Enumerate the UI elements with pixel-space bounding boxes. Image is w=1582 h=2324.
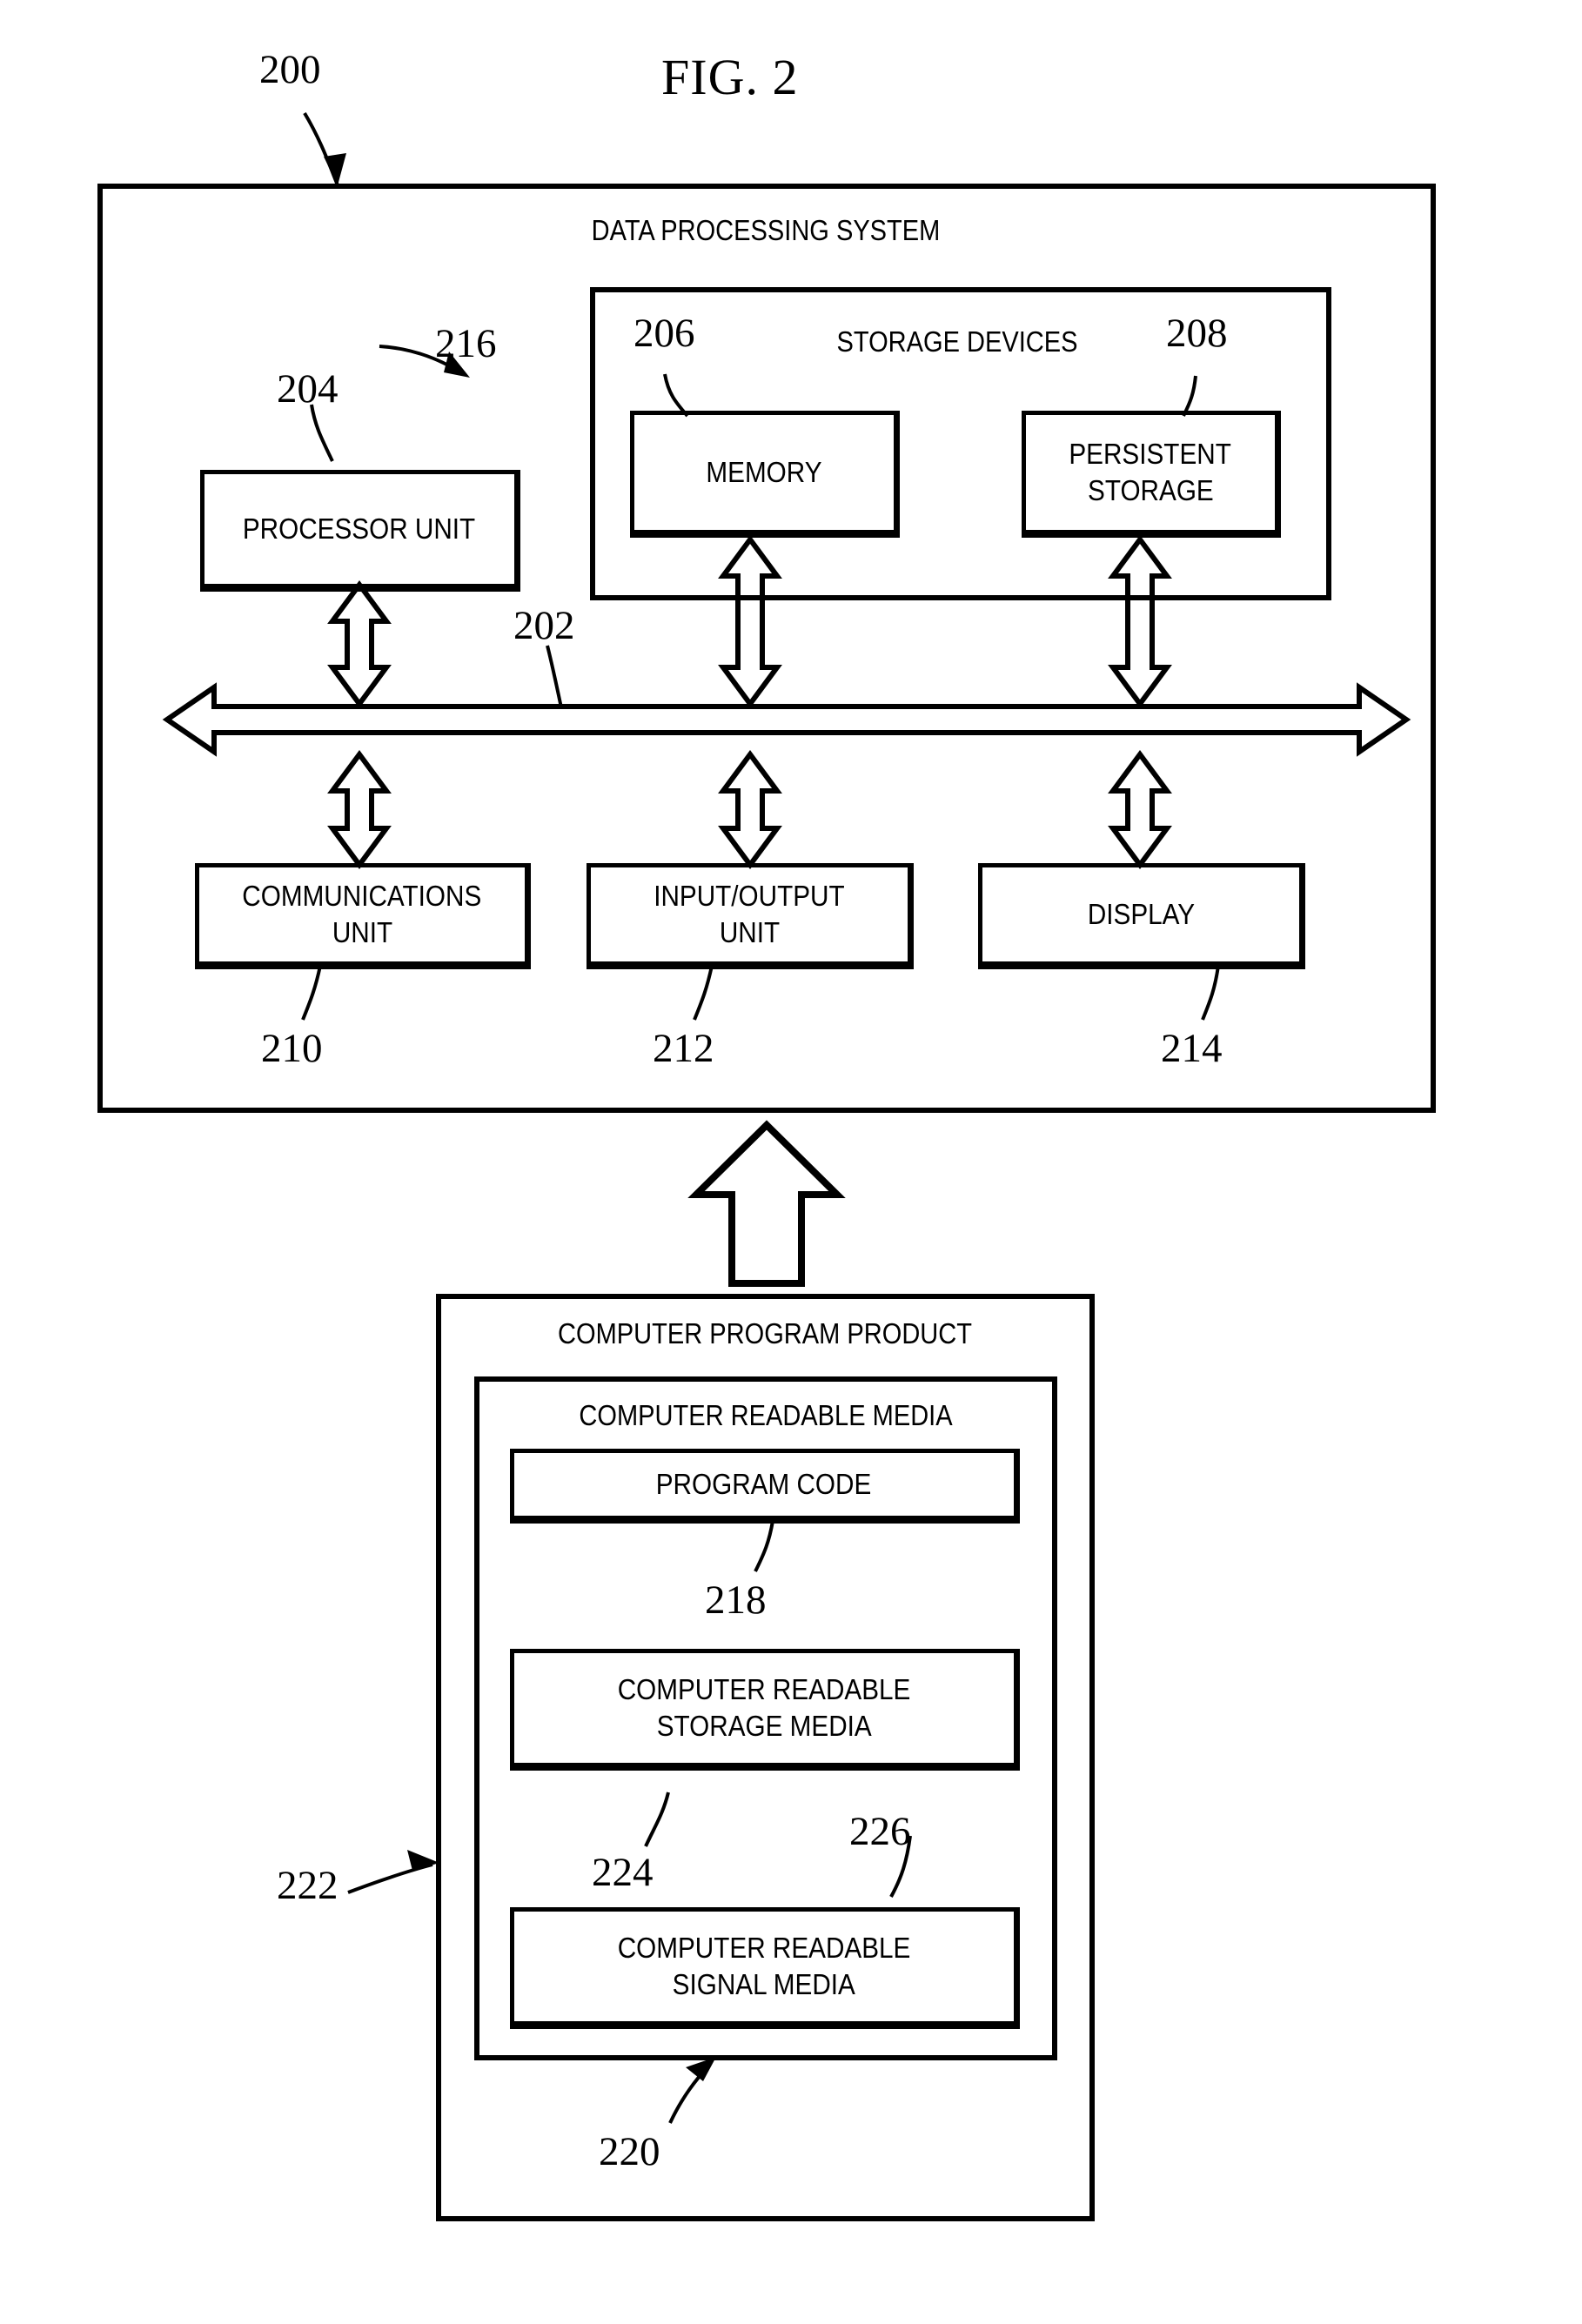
memory-label: MEMORY bbox=[706, 456, 822, 488]
computer-readable-media-title: COMPUTER READABLE MEDIA bbox=[579, 1399, 953, 1431]
ref-202: 202 bbox=[513, 603, 575, 648]
ref-226: 226 bbox=[849, 1809, 911, 1854]
processor-unit-label-wrap: PROCESSOR UNIT bbox=[204, 474, 514, 584]
data-processing-system-title: DATA PROCESSING SYSTEM bbox=[591, 214, 941, 246]
input-output-unit-label-wrap: INPUT/OUTPUT UNIT bbox=[591, 867, 908, 961]
program-code-label: PROGRAM CODE bbox=[656, 1468, 872, 1500]
ref-208: 208 bbox=[1166, 311, 1228, 356]
crsm-label-line1: COMPUTER READABLE bbox=[617, 1673, 911, 1705]
memory-label-wrap: MEMORY bbox=[634, 415, 894, 530]
display-box: DISPLAY bbox=[978, 863, 1305, 969]
input-output-unit-box: INPUT/OUTPUT UNIT bbox=[587, 863, 914, 969]
ref-224: 224 bbox=[592, 1850, 654, 1895]
processor-unit-label: PROCESSOR UNIT bbox=[243, 512, 476, 545]
program-product-to-system-arrow bbox=[687, 1120, 846, 1287]
leader-222 bbox=[347, 1863, 433, 1894]
ref-200: 200 bbox=[259, 47, 321, 92]
ref-214: 214 bbox=[1161, 1026, 1223, 1071]
persistent-storage-label-line1: PERSISTENT bbox=[1069, 438, 1232, 470]
crsig-label-line2: SIGNAL MEDIA bbox=[672, 1968, 856, 2000]
input-output-unit-label-line2: UNIT bbox=[719, 916, 780, 948]
persistent-storage-label-wrap: PERSISTENT STORAGE bbox=[1026, 415, 1275, 530]
ref-220: 220 bbox=[599, 2129, 660, 2174]
display-label-line1: DISPLAY bbox=[1087, 898, 1195, 930]
program-code-box: PROGRAM CODE bbox=[510, 1449, 1020, 1524]
crsig-label-wrap: COMPUTER READABLE SIGNAL MEDIA bbox=[514, 1912, 1014, 2021]
leader-222-arrowhead bbox=[407, 1850, 439, 1871]
storage-devices-title: STORAGE DEVICES bbox=[836, 325, 1078, 358]
ref-222: 222 bbox=[277, 1863, 339, 1908]
program-code-label-wrap: PROGRAM CODE bbox=[514, 1453, 1014, 1516]
persistent-storage-box: PERSISTENT STORAGE bbox=[1022, 411, 1281, 538]
ref-212: 212 bbox=[653, 1026, 714, 1071]
input-output-unit-label-line1: INPUT/OUTPUT bbox=[654, 880, 845, 912]
leader-200 bbox=[303, 111, 339, 186]
computer-readable-storage-media-box: COMPUTER READABLE STORAGE MEDIA bbox=[510, 1649, 1020, 1771]
patent-figure-page: FIG. 2 200 DATA PROCESSING SYSTEM STORAG… bbox=[0, 0, 1582, 2324]
ref-216-label: 216 bbox=[435, 321, 497, 366]
crsig-label-line1: COMPUTER READABLE bbox=[617, 1932, 911, 1964]
computer-program-product-title: COMPUTER PROGRAM PRODUCT bbox=[558, 1317, 972, 1350]
communications-unit-label-wrap: COMMUNICATIONS UNIT bbox=[199, 867, 525, 961]
computer-readable-signal-media-box: COMPUTER READABLE SIGNAL MEDIA bbox=[510, 1907, 1020, 2029]
memory-box: MEMORY bbox=[630, 411, 900, 538]
ref-210: 210 bbox=[261, 1026, 323, 1071]
persistent-storage-label-line2: STORAGE bbox=[1087, 474, 1214, 506]
leader-200-arrowhead bbox=[324, 153, 346, 185]
ref-206: 206 bbox=[633, 311, 695, 356]
figure-title: FIG. 2 bbox=[661, 49, 799, 105]
ref-204: 204 bbox=[277, 366, 339, 412]
communications-unit-box: COMMUNICATIONS UNIT bbox=[195, 863, 531, 969]
crsm-label-wrap: COMPUTER READABLE STORAGE MEDIA bbox=[514, 1653, 1014, 1763]
communications-unit-label-line1: COMMUNICATIONS bbox=[242, 880, 482, 912]
processor-unit-box: PROCESSOR UNIT bbox=[200, 470, 520, 592]
crsm-label-line2: STORAGE MEDIA bbox=[656, 1710, 872, 1742]
display-label-wrap: DISPLAY bbox=[982, 867, 1299, 961]
ref-218: 218 bbox=[705, 1577, 767, 1623]
communications-unit-label-line2: UNIT bbox=[332, 916, 392, 948]
